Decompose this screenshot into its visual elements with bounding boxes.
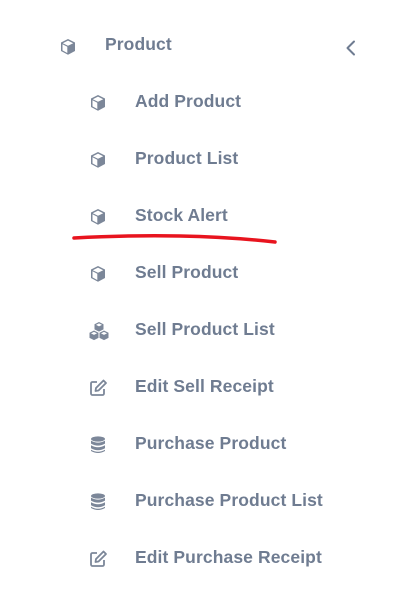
sidebar-item-sell-product[interactable]: Sell Product — [0, 248, 405, 298]
annotation-underline — [72, 234, 277, 244]
sidebar-item-label: Purchase Product List — [135, 490, 323, 510]
sidebar-item-label: Product List — [135, 148, 239, 168]
sidebar-item-label: Stock Alert — [135, 205, 228, 225]
cube-icon — [88, 93, 108, 113]
edit-icon — [88, 378, 108, 398]
chevron-left-icon[interactable] — [343, 39, 359, 57]
edit-icon — [88, 549, 108, 569]
cube-icon — [88, 150, 108, 170]
sidebar-item-label: Edit Sell Receipt — [135, 376, 274, 396]
sidebar-item-label: Add Product — [135, 91, 242, 111]
cube-icon — [88, 264, 108, 284]
sidebar-menu: Product Add Product Product List Stock A… — [0, 0, 405, 590]
sidebar-item-product-list[interactable]: Product List — [0, 134, 405, 184]
sidebar-item-sell-product-list[interactable]: Sell Product List — [0, 305, 405, 355]
sidebar-item-purchase-product-list[interactable]: Purchase Product List — [0, 476, 405, 526]
sidebar-item-purchase-product[interactable]: Purchase Product — [0, 419, 405, 469]
sidebar-item-add-product[interactable]: Add Product — [0, 77, 405, 127]
cube-icon — [88, 207, 108, 227]
sidebar-item-label: Purchase Product — [135, 433, 287, 453]
sidebar-item-edit-sell-receipt[interactable]: Edit Sell Receipt — [0, 362, 405, 412]
sidebar-item-label: Product — [105, 34, 172, 54]
sidebar-item-product[interactable]: Product — [0, 20, 405, 70]
database-icon — [88, 435, 108, 455]
cube-icon — [58, 37, 78, 57]
sidebar-item-label: Sell Product List — [135, 319, 275, 339]
sidebar-item-label: Edit Purchase Receipt — [135, 547, 322, 567]
sidebar-item-edit-purchase-receipt[interactable]: Edit Purchase Receipt — [0, 533, 405, 583]
sidebar-item-label: Sell Product — [135, 262, 239, 282]
database-icon — [88, 492, 108, 512]
cubes-icon — [88, 321, 109, 341]
